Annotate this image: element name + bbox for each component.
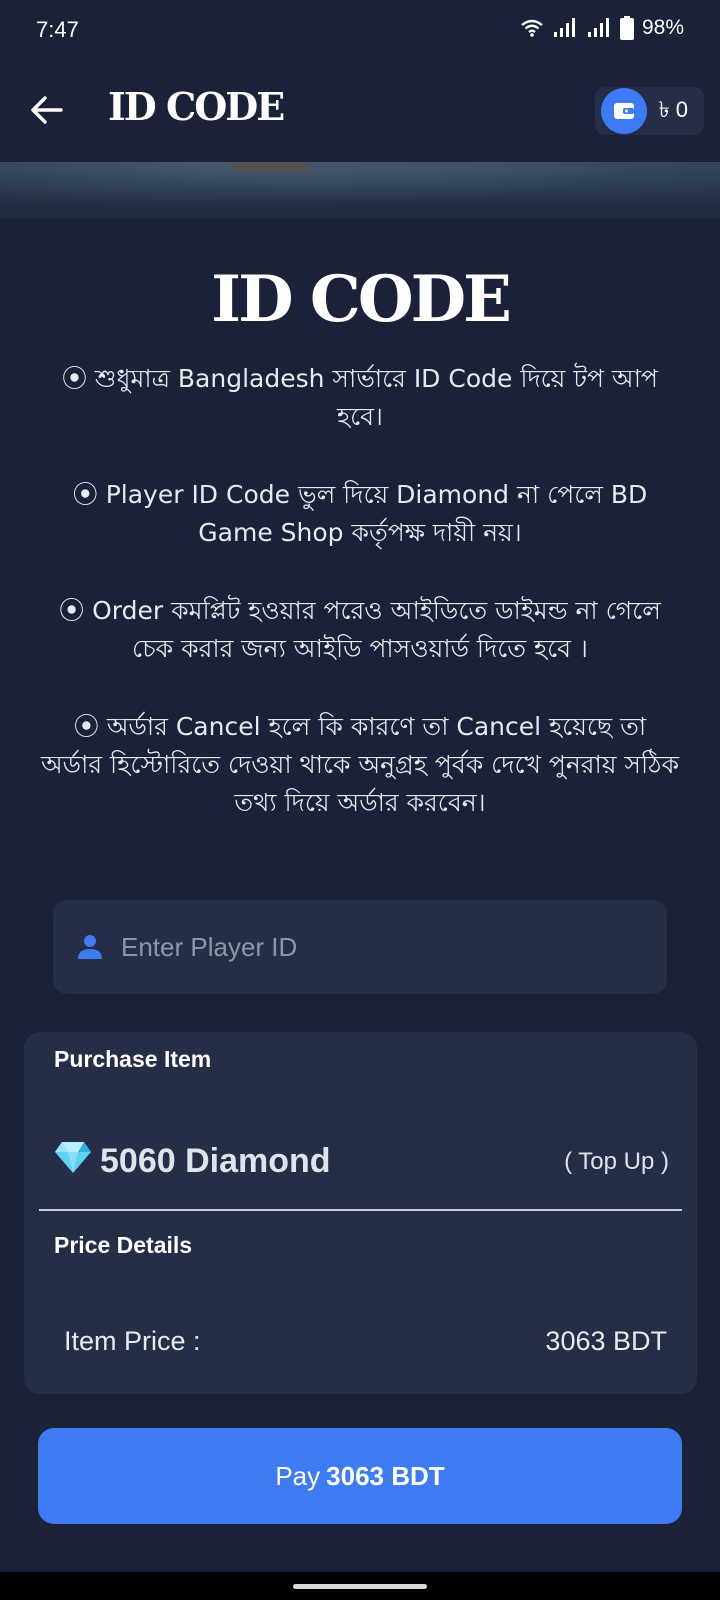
back-button[interactable] bbox=[22, 87, 72, 137]
wallet-icon bbox=[600, 88, 647, 134]
home-handle[interactable] bbox=[293, 1584, 427, 1589]
price-label: Item Price : bbox=[64, 1326, 201, 1356]
item-name: 5060 Diamond bbox=[54, 1140, 331, 1183]
game-logo: ID CODE bbox=[211, 262, 512, 337]
status-time: 7:47 bbox=[36, 17, 79, 42]
wallet-button[interactable]: ৳ 0 bbox=[594, 87, 704, 135]
instructions: ⦿ শুধুমাত্র Bangladesh সার্ভারে ID Code … bbox=[40, 360, 680, 862]
player-id-input[interactable] bbox=[119, 930, 623, 964]
person-icon bbox=[75, 932, 105, 962]
price-heading: Price Details bbox=[54, 1232, 193, 1258]
player-id-field[interactable] bbox=[53, 900, 667, 994]
pay-button-amount: 3063 BDT bbox=[326, 1460, 445, 1491]
item-name-text: 5060 Diamond bbox=[100, 1142, 331, 1180]
battery-level: 98% bbox=[641, 16, 684, 39]
purchase-card: Purchase Item 5060 Diamond ( Top Up ) Pr… bbox=[24, 1032, 697, 1394]
signal-icon bbox=[586, 18, 612, 38]
divider bbox=[39, 1209, 682, 1211]
game-banner bbox=[0, 162, 720, 218]
price-row: Item Price : 3063 BDT bbox=[64, 1326, 667, 1357]
instruction-note: ⦿ Player ID Code ভুল দিয়ে Diamond না পে… bbox=[72, 480, 648, 547]
system-nav-bar bbox=[0, 1572, 720, 1600]
pay-button-prefix: Pay bbox=[275, 1460, 321, 1491]
item-tag: ( Top Up ) bbox=[564, 1147, 669, 1175]
price-value: 3063 BDT bbox=[545, 1326, 667, 1356]
purchase-heading: Purchase Item bbox=[54, 1046, 212, 1072]
status-icons: 98% bbox=[520, 16, 684, 40]
instruction-note: ⦿ অর্ডার Cancel হলে কি কারণে তা Cancel হ… bbox=[41, 712, 679, 817]
instruction-note: ⦿ Order কমপ্লিট হওয়ার পরেও আইডিতে ডাইমন… bbox=[59, 596, 661, 663]
page-title: ID CODE bbox=[108, 84, 285, 129]
battery-icon bbox=[619, 16, 634, 40]
back-arrow-icon bbox=[30, 95, 64, 129]
pay-button[interactable]: Pay 3063 BDT bbox=[38, 1428, 682, 1524]
signal-icon bbox=[552, 18, 578, 38]
wallet-balance: ৳ 0 bbox=[658, 96, 688, 122]
status-bar: 7:47 98% bbox=[0, 0, 720, 62]
instruction-note: ⦿ শুধুমাত্র Bangladesh সার্ভারে ID Code … bbox=[61, 364, 659, 431]
app-bar: ID CODE ৳ 0 bbox=[0, 62, 720, 162]
wifi-icon bbox=[520, 18, 544, 38]
purchase-item-row: 5060 Diamond ( Top Up ) bbox=[54, 1140, 669, 1183]
diamond-icon bbox=[54, 1140, 92, 1183]
